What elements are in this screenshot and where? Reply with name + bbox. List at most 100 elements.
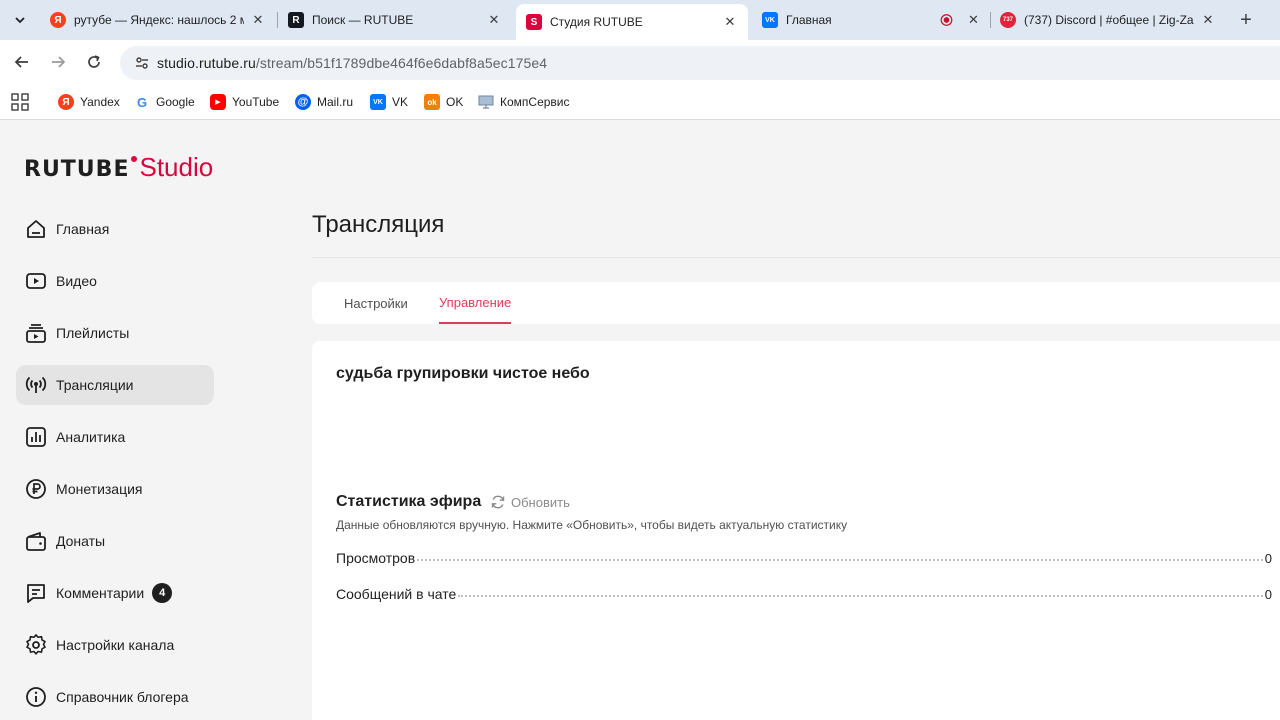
sidebar-item-label: Аналитика bbox=[56, 429, 126, 445]
apps-grid-icon[interactable] bbox=[11, 93, 29, 111]
vk-icon: VK bbox=[370, 94, 386, 110]
tab-title: Главная bbox=[786, 13, 832, 27]
yandex-icon: Я bbox=[58, 94, 74, 110]
refresh-label: Обновить bbox=[511, 494, 570, 510]
stat-row-views: Просмотров 0 bbox=[336, 546, 1272, 566]
playlist-icon bbox=[24, 321, 48, 345]
address-bar[interactable]: studio.rutube.ru/stream/b51f1789dbe464f6… bbox=[120, 46, 1280, 80]
browser-toolbar: studio.rutube.ru/stream/b51f1789dbe464f6… bbox=[0, 40, 1280, 84]
sidebar-item-analytics[interactable]: Аналитика bbox=[16, 417, 214, 457]
bookmark-youtube[interactable]: ▶ YouTube bbox=[210, 93, 279, 111]
broadcast-icon bbox=[24, 373, 48, 397]
close-icon[interactable]: ✕ bbox=[722, 14, 738, 30]
close-icon[interactable]: ✕ bbox=[1200, 12, 1216, 28]
url-path: /stream/b51f1789dbe464f6e6dabf8a5ec175e4 bbox=[255, 55, 548, 71]
browser-tab-vk[interactable]: VK Главная bbox=[752, 4, 932, 36]
sidebar-item-monetization[interactable]: Монетизация bbox=[16, 469, 214, 509]
logo-dot bbox=[131, 156, 138, 162]
browser-tab-recording[interactable]: ✕ bbox=[930, 4, 990, 36]
sidebar-item-label: Видео bbox=[56, 273, 97, 289]
bookmark-ok[interactable]: ok OK bbox=[424, 93, 463, 111]
gear-icon bbox=[24, 633, 48, 657]
bookmark-yandex[interactable]: Я Yandex bbox=[58, 93, 120, 111]
logo-brand: RUTUBE bbox=[24, 157, 130, 182]
bookmark-label: VK bbox=[392, 95, 409, 109]
sidebar-item-label: Справочник блогера bbox=[56, 689, 189, 705]
bookmark-label: Yandex bbox=[80, 95, 120, 109]
google-icon: G bbox=[134, 94, 150, 110]
sidebar-item-channel-settings[interactable]: Настройки канала bbox=[16, 625, 214, 665]
sidebar-item-blogger-guide[interactable]: Справочник блогера bbox=[16, 677, 214, 717]
sidebar-item-comments[interactable]: Комментарии 4 bbox=[16, 573, 214, 613]
close-icon[interactable]: ✕ bbox=[250, 12, 266, 28]
stream-name: судьба групировки чистое небо bbox=[336, 365, 590, 382]
bookmark-label: Mail.ru bbox=[317, 95, 354, 109]
stats-title: Статистика эфира bbox=[336, 493, 482, 510]
browser-tab-rutube-search[interactable]: R Поиск — RUTUBE ✕ bbox=[278, 4, 512, 36]
tab-search-button[interactable] bbox=[8, 8, 32, 32]
analytics-icon bbox=[24, 425, 48, 449]
arrow-left-icon bbox=[14, 56, 28, 68]
comment-icon bbox=[24, 581, 48, 605]
reload-button[interactable] bbox=[82, 50, 106, 74]
back-button[interactable] bbox=[10, 50, 34, 74]
sidebar-item-home[interactable]: Главная bbox=[16, 209, 214, 249]
browser-tab-discord[interactable]: 737 (737) Discord | #общее | Zig-Zag ✕ bbox=[990, 4, 1226, 36]
discord-icon: 737 bbox=[1000, 12, 1016, 28]
page-title: Трансляция bbox=[312, 211, 445, 238]
sidebar-item-label: Плейлисты bbox=[56, 325, 130, 341]
bookmark-google[interactable]: G Google bbox=[134, 93, 195, 111]
sidebar-item-playlists[interactable]: Плейлисты bbox=[16, 313, 214, 353]
bookmark-label: Google bbox=[156, 95, 195, 109]
chevron-down-icon bbox=[15, 17, 25, 24]
tab-title: Поиск — RUTUBE bbox=[312, 13, 414, 27]
logo-product: Studio bbox=[139, 152, 214, 182]
forward-button[interactable] bbox=[46, 50, 70, 74]
tab-title: (737) Discord | #общее | Zig-Zag bbox=[1024, 13, 1194, 27]
stream-management-card: судьба групировки чистое небо Статистика… bbox=[312, 341, 1280, 720]
sidebar-item-label: Монетизация bbox=[56, 481, 143, 497]
comments-count-badge: 4 bbox=[152, 583, 173, 603]
sidebar-item-video[interactable]: Видео bbox=[16, 261, 214, 301]
ok-icon: ok bbox=[424, 94, 440, 110]
stats-note: Данные обновляются вручную. Нажмите «Обн… bbox=[336, 518, 848, 532]
bookmark-kompservis[interactable]: КомпСервис bbox=[478, 93, 570, 111]
ruble-icon bbox=[24, 477, 48, 501]
tab-title: рутубе — Яндекс: нашлось 2 млн bbox=[74, 13, 244, 27]
tab-title: Студия RUTUBE bbox=[550, 15, 643, 29]
wallet-icon bbox=[24, 529, 48, 553]
browser-tab-yandex[interactable]: Я рутубе — Яндекс: нашлось 2 млн ✕ bbox=[40, 4, 276, 36]
close-icon[interactable]: ✕ bbox=[486, 12, 502, 28]
stat-label: Просмотров bbox=[336, 550, 416, 566]
tab-management[interactable]: Управление bbox=[439, 282, 512, 324]
site-info-icon[interactable] bbox=[132, 53, 152, 73]
info-icon bbox=[24, 685, 48, 709]
close-icon[interactable]: ✕ bbox=[967, 12, 980, 28]
rutube-studio-logo[interactable]: RUTUBE Studio bbox=[24, 152, 213, 183]
leader-dots bbox=[417, 559, 1263, 561]
rutube-icon: R bbox=[288, 12, 304, 28]
sidebar-item-donations[interactable]: Донаты bbox=[16, 521, 214, 561]
refresh-button[interactable]: Обновить bbox=[490, 494, 570, 510]
bookmark-mailru[interactable]: @ Mail.ru bbox=[295, 93, 353, 111]
url-text: studio.rutube.ru/stream/b51f1789dbe464f6… bbox=[157, 55, 547, 71]
browser-tab-rutube-studio[interactable]: S Студия RUTUBE ✕ bbox=[516, 4, 748, 40]
sidebar-item-label: Комментарии bbox=[56, 585, 145, 601]
divider bbox=[312, 257, 1280, 258]
bookmark-vk[interactable]: VK VK bbox=[370, 93, 408, 111]
sidebar-item-broadcasts[interactable]: Трансляции bbox=[16, 365, 214, 405]
bookmarks-bar: Я Yandex G Google ▶ YouTube @ Mail.ru VK… bbox=[0, 84, 1280, 120]
mailru-icon: @ bbox=[295, 94, 311, 110]
record-icon bbox=[940, 14, 953, 26]
studio-page: RUTUBE Studio Главная Видео Плейлисты Тр… bbox=[0, 121, 1280, 720]
tab-settings[interactable]: Настройки bbox=[344, 282, 408, 324]
new-tab-button[interactable]: + bbox=[1234, 8, 1258, 32]
sidebar-item-label: Донаты bbox=[56, 533, 106, 549]
browser-tab-bar: Я рутубе — Яндекс: нашлось 2 млн ✕ R Пои… bbox=[0, 0, 1280, 40]
arrow-right-icon bbox=[52, 56, 66, 68]
leader-dots bbox=[458, 595, 1263, 597]
bookmark-label: YouTube bbox=[232, 95, 280, 109]
stat-value: 0 bbox=[1264, 587, 1272, 602]
monitor-icon bbox=[478, 95, 494, 109]
stat-value: 0 bbox=[1264, 551, 1272, 566]
